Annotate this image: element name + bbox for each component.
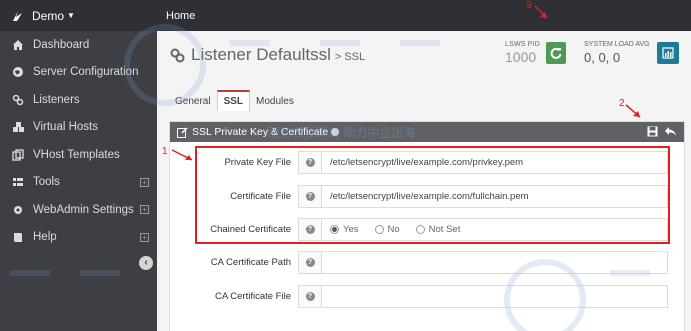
help-button[interactable]: ?: [298, 251, 322, 274]
expand-icon[interactable]: +: [140, 232, 149, 242]
back-icon[interactable]: [664, 125, 677, 138]
sidebar-item-listeners[interactable]: Listeners: [0, 86, 157, 114]
ca-certificate-path-value[interactable]: [322, 251, 668, 274]
save-icon[interactable]: [647, 126, 658, 137]
graph-button[interactable]: [657, 42, 679, 64]
sidebar-item-label: WebAdmin Settings: [33, 203, 134, 216]
pid-value: 1000: [505, 49, 537, 65]
link-icon: [11, 93, 25, 107]
sidebar-item-label: Tools: [33, 176, 60, 189]
tab-ssl[interactable]: SSL: [216, 90, 251, 111]
field-label: CA Certificate Path: [210, 257, 291, 268]
link-icon: [170, 48, 185, 62]
sidebar-item-vhost-templates[interactable]: VHost Templates: [0, 141, 157, 169]
annotation-arrow-2: [625, 104, 641, 118]
panel-header: SSL Private Key & Certificate: [170, 122, 684, 142]
brand-label: Demo: [32, 8, 65, 23]
brand-menu[interactable]: Demo ▼: [0, 0, 157, 31]
edit-icon[interactable]: [177, 126, 188, 138]
system-load-display: SYSTEM LOAD AVG 0, 0, 0: [584, 41, 650, 65]
expand-icon[interactable]: +: [140, 205, 149, 214]
sidebar-item-dashboard[interactable]: Dashboard: [0, 31, 157, 59]
restart-icon: [550, 47, 562, 59]
sidebar: Demo ▼ Dashboard Server Configuration Li…: [0, 0, 157, 331]
cubes-icon: [11, 120, 25, 134]
annotation-highlight-box: [195, 146, 670, 244]
restart-button[interactable]: [546, 42, 566, 64]
sidebar-item-label: Virtual Hosts: [33, 121, 98, 134]
panel-title: SSL Private Key & Certificate: [192, 126, 329, 138]
tab-general[interactable]: General: [169, 92, 217, 111]
dashboard-icon: [11, 38, 25, 52]
book-icon: [11, 230, 25, 244]
field-label: CA Certificate File: [214, 291, 291, 302]
tab-modules[interactable]: Modules: [250, 92, 300, 111]
sidebar-item-help[interactable]: Help +: [0, 224, 157, 252]
expand-icon[interactable]: +: [140, 177, 149, 187]
gear-icon: [11, 203, 25, 217]
sidebar-item-label: VHost Templates: [33, 148, 120, 161]
sidebar-item-webadmin-settings[interactable]: WebAdmin Settings +: [0, 196, 157, 224]
load-label: SYSTEM LOAD AVG: [584, 41, 650, 48]
sidebar-item-virtual-hosts[interactable]: Virtual Hosts: [0, 114, 157, 142]
globe-icon: [11, 65, 25, 79]
pid-display: LSWS PID 1000: [505, 41, 540, 65]
topbar: Home: [157, 0, 691, 31]
collapse-sidebar-button[interactable]: ‹: [139, 256, 153, 270]
pid-label: LSWS PID: [505, 41, 541, 48]
question-icon: ?: [305, 258, 315, 267]
annotation-arrow-3: [534, 5, 548, 19]
help-button[interactable]: ?: [298, 285, 322, 308]
sidebar-item-label: Server Configuration: [33, 66, 139, 79]
tab-bar: General SSL Modules: [169, 87, 300, 111]
page-title: Listener Defaultssl > SSL: [169, 45, 365, 65]
load-value: 0, 0, 0: [584, 50, 621, 65]
field-row-ca-file: CA Certificate File ?: [198, 285, 668, 308]
sidebar-item-label: Listeners: [33, 93, 80, 106]
chevron-down-icon: ▼: [67, 11, 75, 20]
question-icon: ?: [305, 292, 315, 301]
breadcrumb[interactable]: Home: [166, 10, 195, 22]
page-title-text: Listener Defaultssl: [191, 45, 331, 64]
annotation-arrow-1: [171, 149, 193, 161]
sidebar-item-label: Dashboard: [33, 38, 90, 51]
page-subtitle: > SSL: [334, 51, 366, 63]
ca-certificate-file-value[interactable]: [322, 285, 668, 308]
info-icon[interactable]: [331, 128, 340, 136]
templates-icon: [11, 148, 25, 162]
sidebar-item-server-configuration[interactable]: Server Configuration: [0, 59, 157, 87]
sidebar-item-label: Help: [33, 231, 57, 244]
tools-icon: [11, 175, 25, 189]
annotation-number-1: 1: [162, 146, 168, 157]
field-row-ca-path: CA Certificate Path ?: [198, 251, 668, 274]
sidebar-item-tools[interactable]: Tools +: [0, 169, 157, 197]
bar-chart-icon: [662, 47, 674, 59]
annotation-number-3: 3: [526, 0, 532, 11]
logo-icon: [13, 10, 22, 21]
